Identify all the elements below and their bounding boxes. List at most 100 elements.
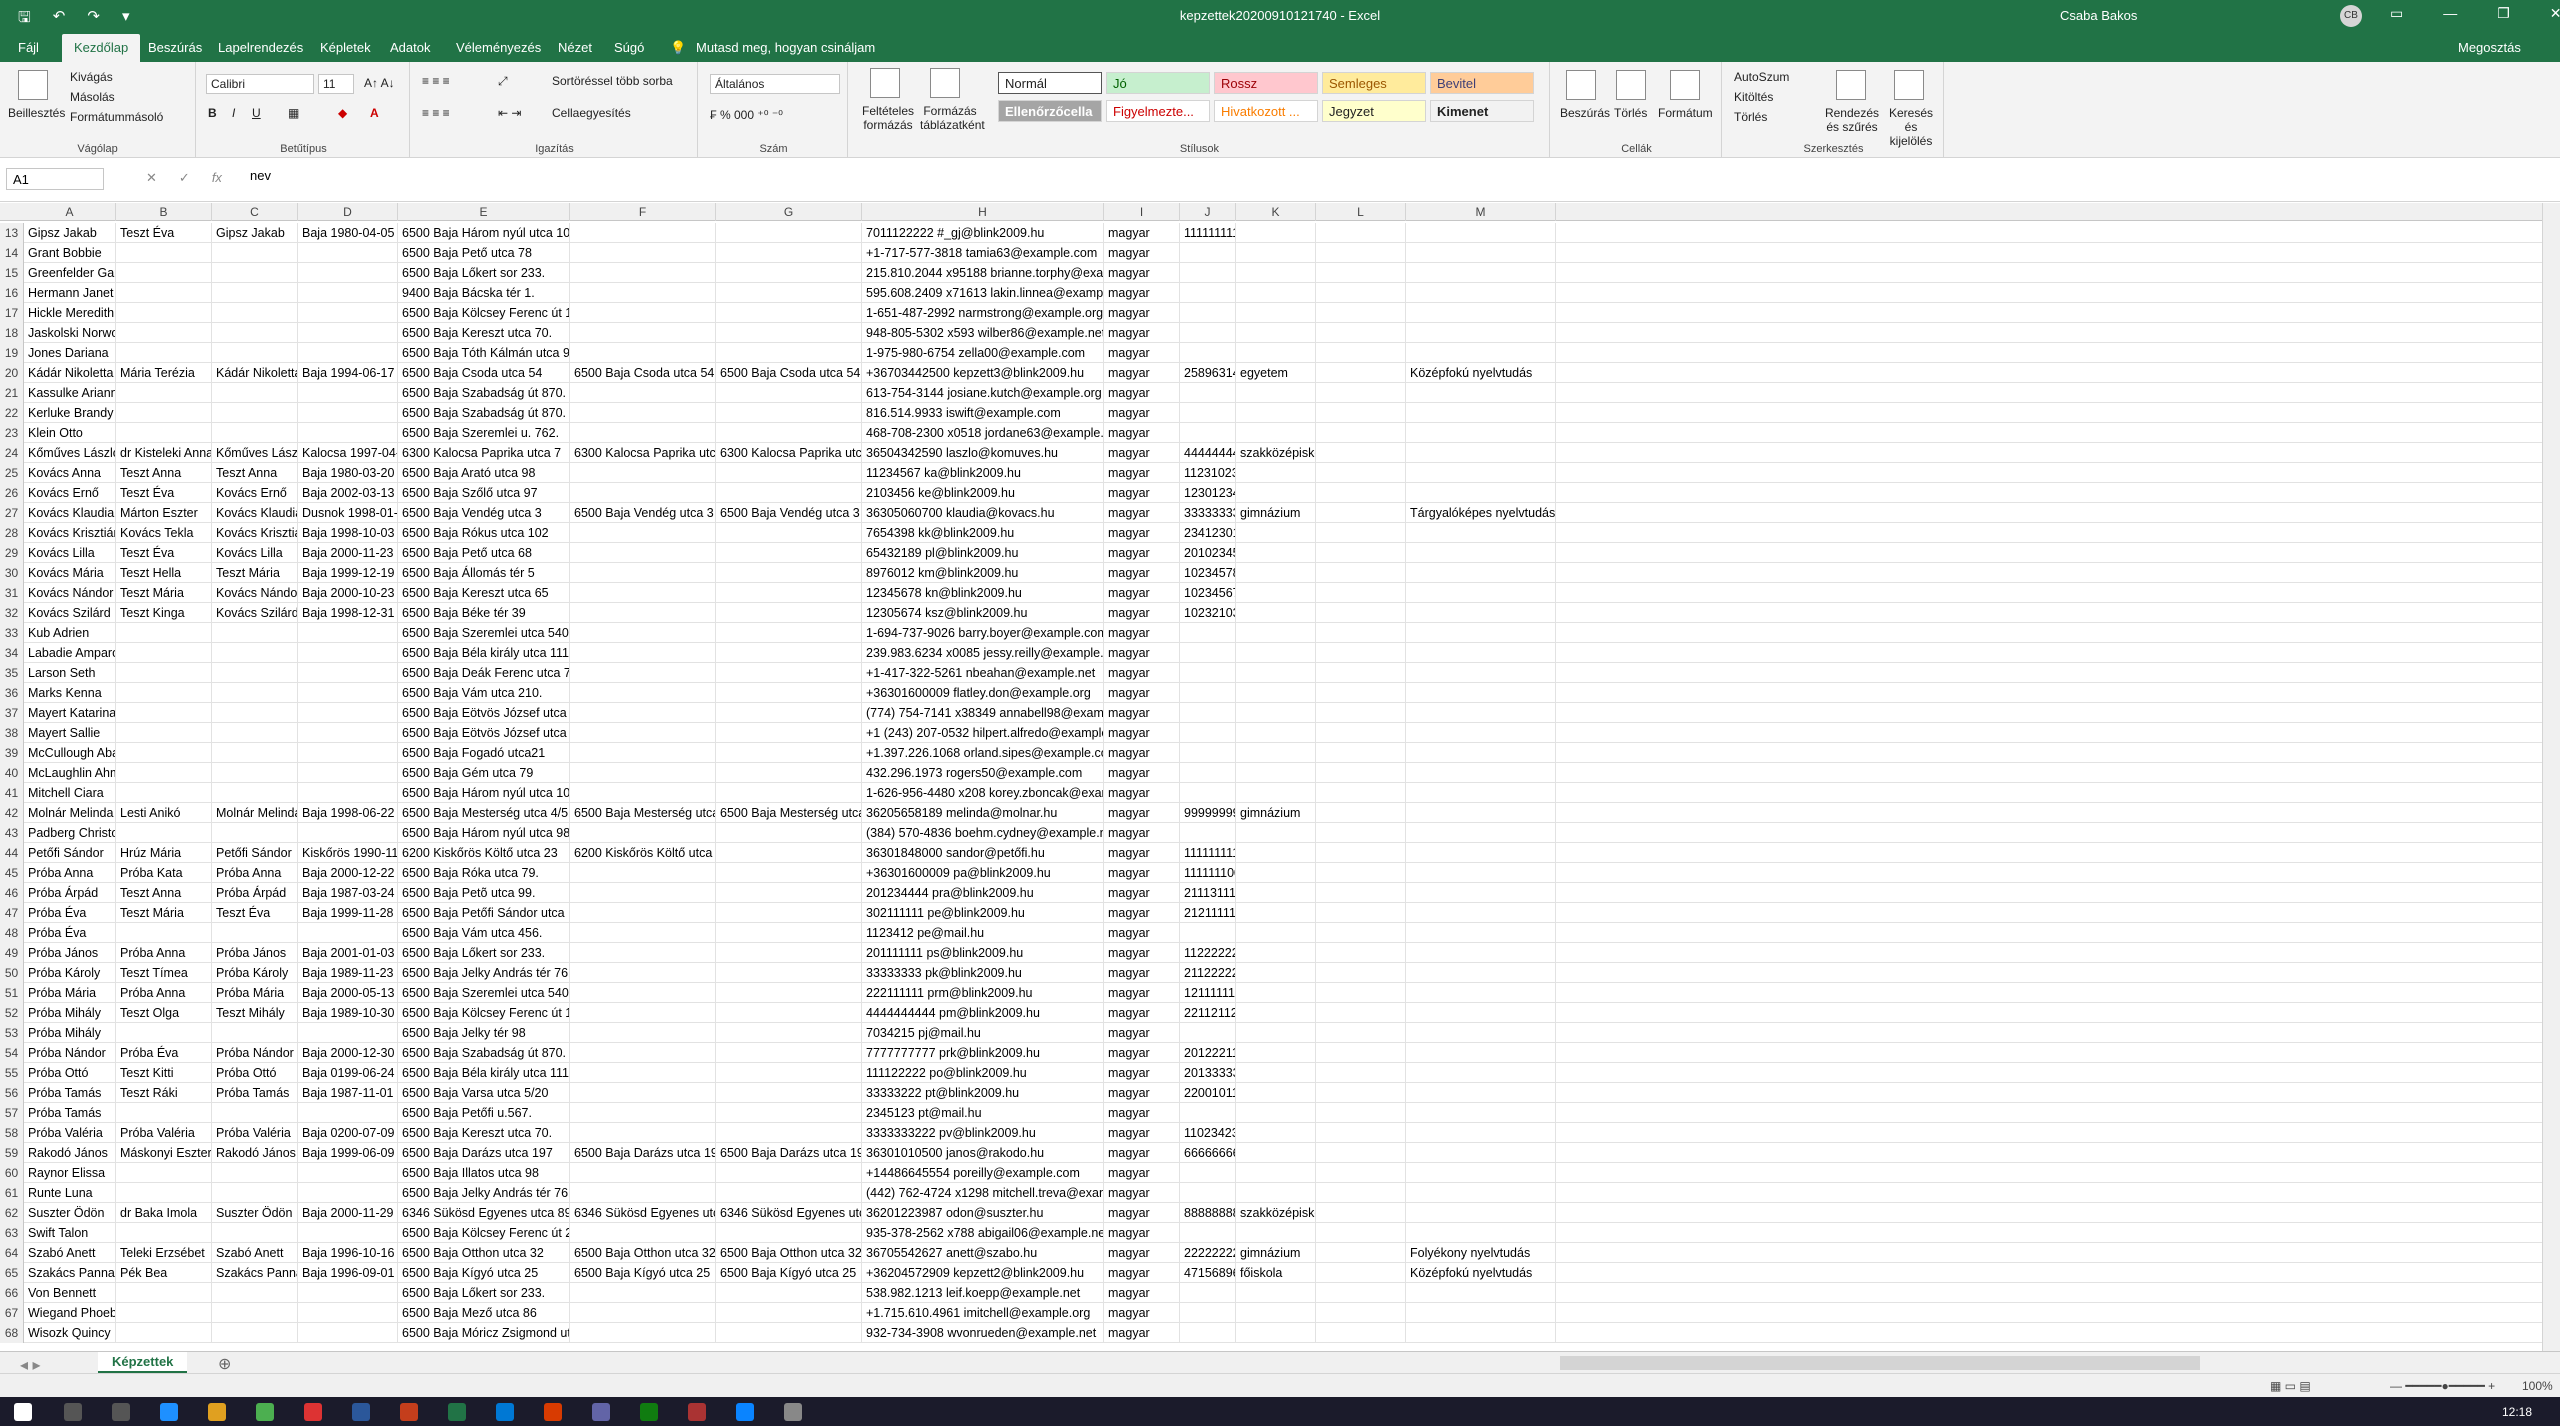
cell[interactable] — [1406, 1003, 1556, 1023]
cell[interactable] — [570, 343, 716, 363]
cell[interactable]: Próba Ottó — [24, 1063, 116, 1083]
row-header[interactable]: 21 — [0, 383, 24, 403]
cell[interactable] — [570, 563, 716, 583]
task-view-icon[interactable] — [112, 1403, 130, 1421]
cell[interactable]: Teszt Kinga — [116, 603, 212, 623]
cell[interactable]: Teszt Hella — [116, 563, 212, 583]
style-good[interactable]: Jó — [1106, 72, 1210, 94]
cell[interactable]: Teszt Mihály — [212, 1003, 298, 1023]
cell[interactable]: Hickle Meredith — [24, 303, 116, 323]
cell[interactable] — [1180, 1103, 1236, 1123]
cell[interactable] — [1180, 283, 1236, 303]
cell[interactable] — [1406, 1323, 1556, 1343]
find-select-button[interactable]: Keresés és kijelölés — [1882, 106, 1940, 148]
cell[interactable] — [1316, 663, 1406, 683]
cell[interactable]: magyar — [1104, 623, 1180, 643]
cell[interactable] — [212, 1183, 298, 1203]
cell[interactable]: 258963147 — [1180, 363, 1236, 383]
cell[interactable]: 6500 Baja Jelky András tér 76. — [398, 963, 570, 983]
cell[interactable] — [1236, 483, 1316, 503]
cell[interactable]: 999999999 — [1180, 803, 1236, 823]
cell[interactable]: 8976012 km@blink2009.hu — [862, 563, 1104, 583]
format-cells-button[interactable]: Formátum — [1658, 106, 1713, 120]
cell[interactable]: Baja 1999-06-09 — [298, 1143, 398, 1163]
row-header[interactable]: 40 — [0, 763, 24, 783]
row-header[interactable]: 50 — [0, 963, 24, 983]
cell[interactable] — [716, 223, 862, 243]
column-header-h[interactable]: H — [862, 203, 1104, 221]
cell[interactable] — [1316, 543, 1406, 563]
cell[interactable]: magyar — [1104, 1263, 1180, 1283]
windows-start-icon[interactable] — [14, 1403, 32, 1421]
cell[interactable]: Kádár Nikoletta — [212, 363, 298, 383]
cell[interactable]: Baja 2000-11-23 — [298, 543, 398, 563]
cell[interactable] — [1316, 963, 1406, 983]
cell[interactable]: Középfokú nyelvtudás — [1406, 1263, 1556, 1283]
row-header[interactable]: 36 — [0, 683, 24, 703]
cell[interactable] — [1236, 963, 1316, 983]
cell[interactable] — [1406, 1023, 1556, 1043]
cell[interactable]: 201222111 — [1180, 1043, 1236, 1063]
cell[interactable] — [116, 1183, 212, 1203]
column-header-e[interactable]: E — [398, 203, 570, 221]
cell[interactable] — [1236, 603, 1316, 623]
cell[interactable]: Kovács Lilla — [24, 543, 116, 563]
cell[interactable] — [1180, 243, 1236, 263]
cell[interactable]: 221121121 — [1180, 1003, 1236, 1023]
row-header[interactable]: 54 — [0, 1043, 24, 1063]
cell[interactable] — [298, 1183, 398, 1203]
cell[interactable]: Jones Dariana — [24, 343, 116, 363]
sheet-tab[interactable]: Képzettek — [98, 1352, 188, 1374]
cell[interactable]: magyar — [1104, 423, 1180, 443]
cell[interactable]: 6500 Baja Kölcsey Ferenc út 205. — [398, 1223, 570, 1243]
grow-font-icon[interactable]: A↑ A↓ — [364, 76, 395, 90]
row-header[interactable]: 37 — [0, 703, 24, 723]
cell[interactable] — [1236, 263, 1316, 283]
cell[interactable]: 36301010500 janos@rakodo.hu — [862, 1143, 1104, 1163]
cell[interactable]: Baja 2000-05-13 — [298, 983, 398, 1003]
cell[interactable] — [1316, 1083, 1406, 1103]
cell[interactable]: 6500 Baja Deák Ferenc utca 700 — [398, 663, 570, 683]
cell[interactable] — [716, 1123, 862, 1143]
cell[interactable] — [116, 303, 212, 323]
cell[interactable]: 212111111 — [1180, 903, 1236, 923]
cell[interactable] — [716, 423, 862, 443]
cell[interactable]: +1.715.610.4961 imitchell@example.org — [862, 1303, 1104, 1323]
cell[interactable] — [298, 423, 398, 443]
cell[interactable] — [1180, 323, 1236, 343]
cell[interactable]: magyar — [1104, 1063, 1180, 1083]
cell[interactable]: magyar — [1104, 503, 1180, 523]
cell[interactable]: Kalocsa 1997-04-05 — [298, 443, 398, 463]
cell[interactable] — [1406, 443, 1556, 463]
cell[interactable]: Próba Tamás — [24, 1103, 116, 1123]
cell[interactable]: magyar — [1104, 1003, 1180, 1023]
cell[interactable]: magyar — [1104, 723, 1180, 743]
cell[interactable]: Kovács Krisztián — [212, 523, 298, 543]
cell[interactable] — [1316, 1283, 1406, 1303]
cell[interactable] — [1406, 983, 1556, 1003]
cell[interactable] — [1236, 423, 1316, 443]
cell[interactable]: gimnázium — [1236, 1243, 1316, 1263]
cell[interactable]: szakközépiskola — [1236, 1203, 1316, 1223]
cell[interactable] — [116, 1303, 212, 1323]
cell[interactable]: Pék Bea — [116, 1263, 212, 1283]
cell[interactable] — [1236, 523, 1316, 543]
cell[interactable] — [298, 1103, 398, 1123]
cell[interactable]: Teszt Mária — [212, 563, 298, 583]
cell[interactable] — [570, 863, 716, 883]
cell[interactable] — [116, 763, 212, 783]
cell[interactable]: Lesti Anikó — [116, 803, 212, 823]
cell[interactable] — [1236, 243, 1316, 263]
cell[interactable]: 6500 Baja Gém utca 79 — [398, 763, 570, 783]
cell[interactable] — [1180, 1163, 1236, 1183]
cell[interactable] — [1180, 663, 1236, 683]
cell[interactable]: magyar — [1104, 323, 1180, 343]
cell[interactable] — [1406, 463, 1556, 483]
cell[interactable] — [716, 1003, 862, 1023]
cell[interactable]: 444444444 — [1180, 443, 1236, 463]
tell-me-search[interactable]: Mutasd meg, hogyan csináljam — [696, 40, 875, 55]
cell[interactable]: Kovács Ernő — [24, 483, 116, 503]
cell[interactable] — [570, 603, 716, 623]
cell[interactable]: 6500 Baja Béla király utca 111. — [398, 643, 570, 663]
cell[interactable] — [716, 723, 862, 743]
